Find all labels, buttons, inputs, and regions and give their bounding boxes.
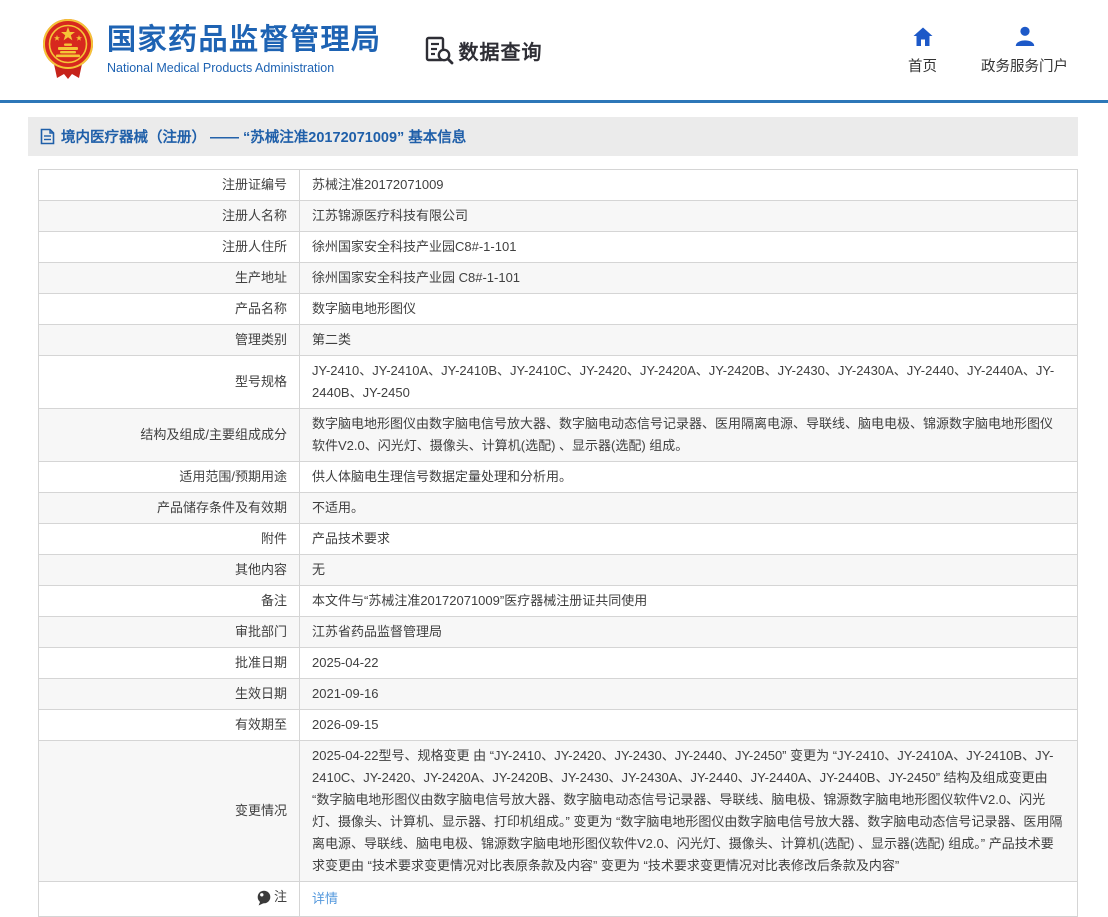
row-value: 供人体脑电生理信号数据定量处理和分析用。	[299, 461, 1078, 493]
table-row: 批准日期 2025-04-22	[38, 647, 1078, 679]
row-label: 注	[38, 881, 300, 917]
row-value: 产品技术要求	[299, 523, 1078, 555]
user-icon	[1015, 26, 1034, 46]
document-search-icon	[425, 36, 453, 65]
table-row: 备注 本文件与“苏械注准20172071009”医疗器械注册证共同使用	[38, 585, 1078, 617]
table-row: 产品名称 数字脑电地形图仪	[38, 293, 1078, 325]
row-value: 2025-04-22	[299, 647, 1078, 679]
table-row: 注册人名称 江苏锦源医疗科技有限公司	[38, 200, 1078, 232]
row-label: 有效期至	[38, 709, 300, 741]
breadcrumb: 境内医疗器械（注册） —— “苏械注准20172071009” 基本信息	[28, 117, 1078, 156]
table-row: 产品储存条件及有效期 不适用。	[38, 492, 1078, 524]
row-value: 江苏锦源医疗科技有限公司	[299, 200, 1078, 232]
page-title: 境内医疗器械（注册） —— “苏械注准20172071009” 基本信息	[61, 130, 467, 146]
row-label: 适用范围/预期用途	[38, 461, 300, 493]
row-label: 备注	[38, 585, 300, 617]
document-icon	[40, 128, 55, 145]
row-value: 江苏省药品监督管理局	[299, 616, 1078, 648]
row-value: 不适用。	[299, 492, 1078, 524]
table-row: 管理类别 第二类	[38, 324, 1078, 356]
table-row: 生效日期 2021-09-16	[38, 678, 1078, 710]
table-row: 结构及组成/主要组成成分 数字脑电地形图仪由数字脑电信号放大器、数字脑电动态信号…	[38, 408, 1078, 462]
home-icon	[913, 27, 932, 46]
row-value: 数字脑电地形图仪由数字脑电信号放大器、数字脑电动态信号记录器、医用隔离电源、导联…	[299, 408, 1078, 462]
row-value: 无	[299, 554, 1078, 586]
nav-item-gov-portal[interactable]: 政务服务门户	[981, 25, 1068, 76]
row-label: 管理类别	[38, 324, 300, 356]
row-value: 徐州国家安全科技产业园C8#-1-101	[299, 231, 1078, 263]
note-balloon-icon	[257, 890, 271, 906]
row-value: 2025-04-22型号、规格变更 由 “JY-2410、JY-2420、JY-…	[299, 740, 1078, 882]
table-row: 适用范围/预期用途 供人体脑电生理信号数据定量处理和分析用。	[38, 461, 1078, 493]
data-query-label: 数据查询	[458, 41, 543, 64]
row-label: 注册人名称	[38, 200, 300, 232]
row-label: 注册人住所	[38, 231, 300, 263]
table-row: 生产地址 徐州国家安全科技产业园 C8#-1-101	[38, 262, 1078, 294]
row-value: 徐州国家安全科技产业园 C8#-1-101	[299, 262, 1078, 294]
table-row: 附件 产品技术要求	[38, 523, 1078, 555]
table-row: 其他内容 无	[38, 554, 1078, 586]
row-label: 其他内容	[38, 554, 300, 586]
nav-item-label: 首页	[908, 58, 937, 75]
row-label: 产品名称	[38, 293, 300, 325]
row-label: 注册证编号	[38, 169, 300, 201]
row-label: 生产地址	[38, 262, 300, 294]
row-value: 本文件与“苏械注准20172071009”医疗器械注册证共同使用	[299, 585, 1078, 617]
row-value: 苏械注准20172071009	[299, 169, 1078, 201]
row-label: 批准日期	[38, 647, 300, 679]
row-label: 变更情况	[38, 740, 300, 882]
org-name-zh: 国家药品监督管理局	[107, 24, 382, 57]
national-emblem-icon	[43, 19, 93, 79]
row-label: 型号规格	[38, 355, 300, 409]
note-label-text: 注	[273, 889, 287, 904]
org-name-en: National Medical Products Administration	[107, 60, 335, 75]
org-names: 国家药品监督管理局 National Medical Products Admi…	[107, 24, 382, 75]
details-link[interactable]: 详情	[312, 891, 338, 906]
table-row-change-history: 变更情况 2025-04-22型号、规格变更 由 “JY-2410、JY-242…	[38, 740, 1078, 882]
header-logo-link[interactable]: 国家药品监督管理局 National Medical Products Admi…	[38, 18, 382, 82]
data-query-tab[interactable]: 数据查询	[424, 35, 543, 65]
row-label: 审批部门	[38, 616, 300, 648]
row-label: 结构及组成/主要组成成分	[38, 408, 300, 462]
row-label: 产品储存条件及有效期	[38, 492, 300, 524]
row-value: 第二类	[299, 324, 1078, 356]
table-row: 注册证编号 苏械注准20172071009	[38, 169, 1078, 201]
nav-item-home[interactable]: 首页	[908, 25, 937, 76]
registration-info-table: 注册证编号 苏械注准20172071009 注册人名称 江苏锦源医疗科技有限公司…	[38, 169, 1078, 917]
table-row-note: 注 详情	[38, 881, 1078, 917]
header-nav: 首页 政务服务门户	[908, 25, 1068, 76]
nav-item-label: 政务服务门户	[981, 58, 1068, 75]
row-value: 2021-09-16	[299, 678, 1078, 710]
row-value: 数字脑电地形图仪	[299, 293, 1078, 325]
table-row: 审批部门 江苏省药品监督管理局	[38, 616, 1078, 648]
table-row: 型号规格 JY-2410、JY-2410A、JY-2410B、JY-2410C、…	[38, 355, 1078, 409]
row-value: JY-2410、JY-2410A、JY-2410B、JY-2410C、JY-24…	[299, 355, 1078, 409]
table-row: 有效期至 2026-09-15	[38, 709, 1078, 741]
row-label: 附件	[38, 523, 300, 555]
row-label: 生效日期	[38, 678, 300, 710]
table-row: 注册人住所 徐州国家安全科技产业园C8#-1-101	[38, 231, 1078, 263]
page-header: 国家药品监督管理局 National Medical Products Admi…	[0, 0, 1108, 100]
header-divider	[0, 100, 1108, 103]
row-value: 2026-09-15	[299, 709, 1078, 741]
